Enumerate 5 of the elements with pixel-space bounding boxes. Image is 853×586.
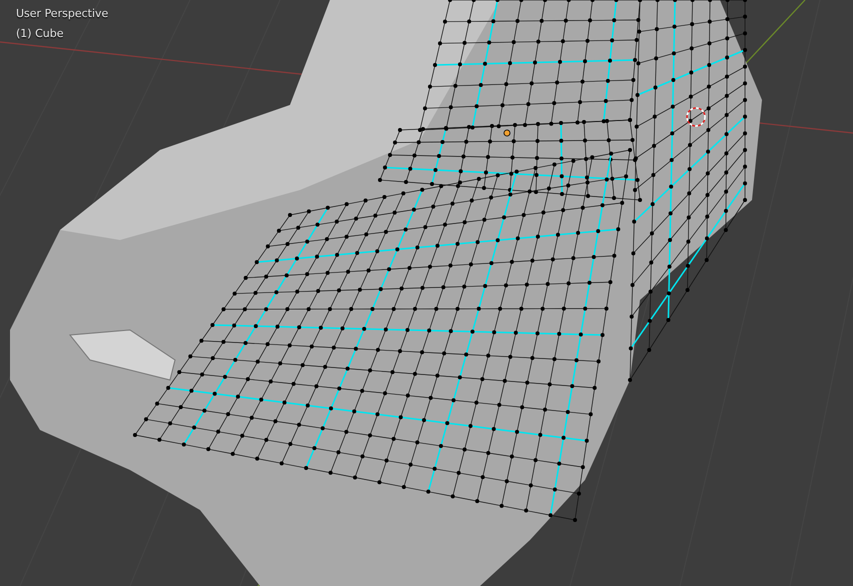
origin-point-icon bbox=[504, 130, 510, 136]
3d-viewport[interactable]: User Perspective (1) Cube bbox=[0, 0, 853, 586]
cursor-icon[interactable] bbox=[686, 107, 706, 127]
view-name: User Perspective bbox=[16, 7, 108, 21]
object-label: (1) Cube bbox=[16, 27, 64, 41]
